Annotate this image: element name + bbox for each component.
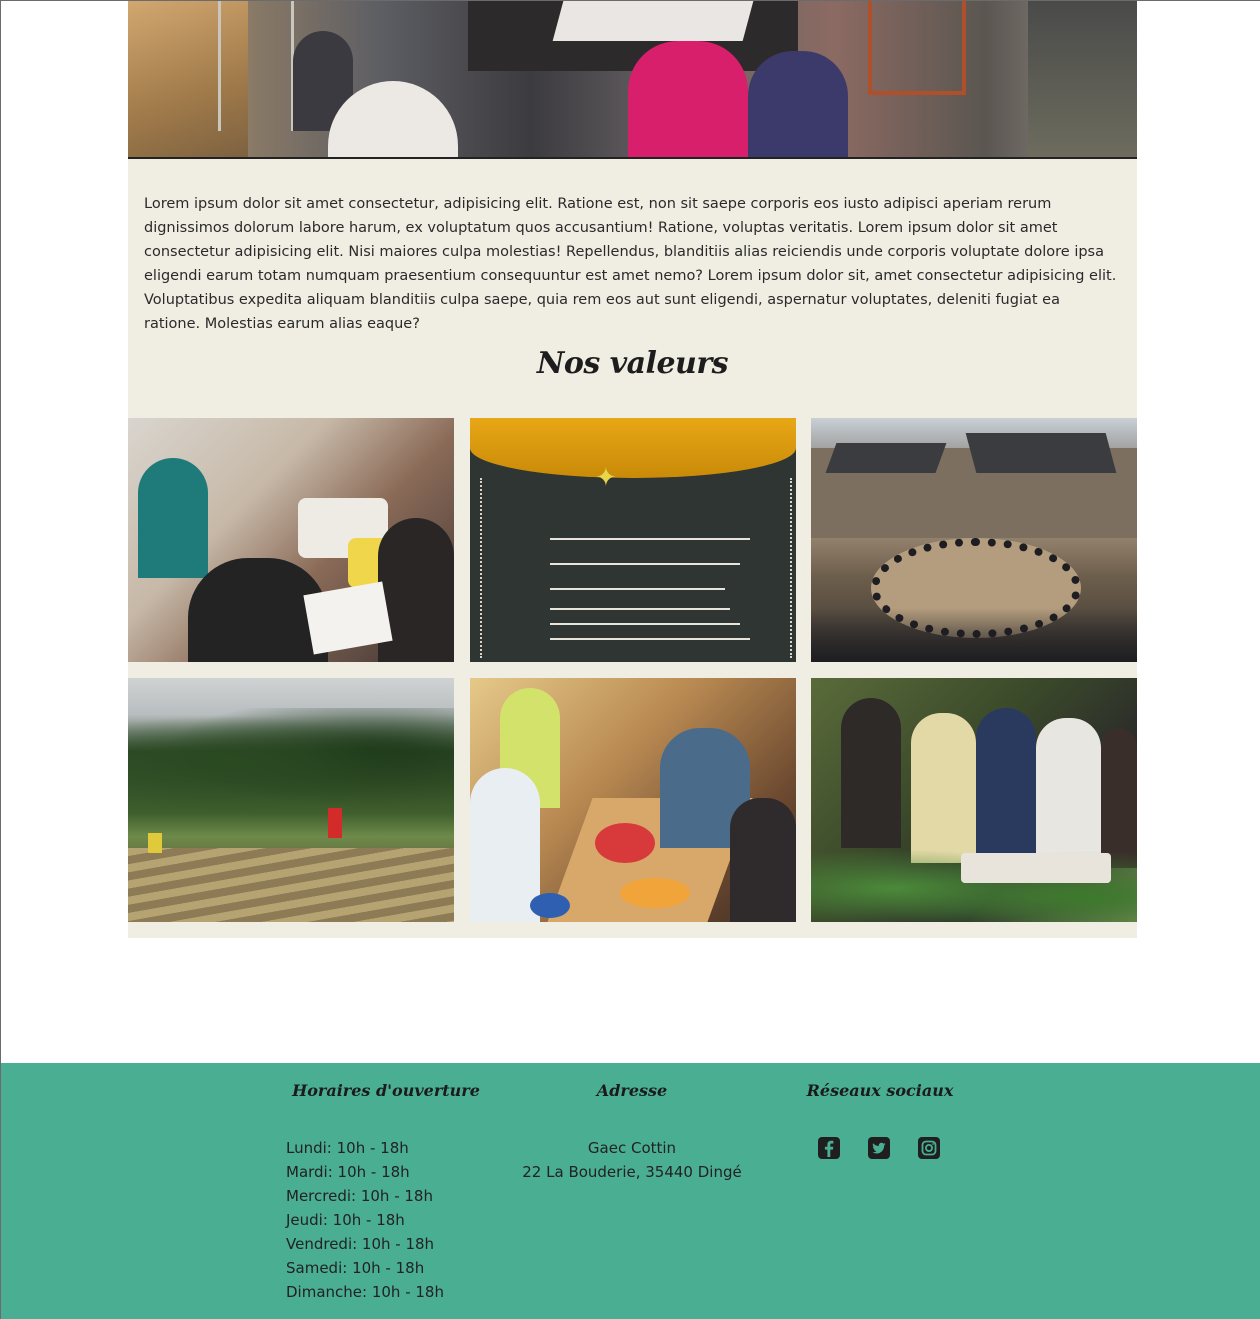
facebook-icon[interactable] — [818, 1137, 840, 1159]
instagram-icon[interactable] — [918, 1137, 940, 1159]
hours-item: Jeudi: 10h - 18h — [286, 1211, 405, 1229]
intro-text: Lorem ipsum dolor sit amet consectetur, … — [144, 196, 1117, 332]
hours-item: Dimanche: 10h - 18h — [286, 1283, 444, 1301]
address-name: Gaec Cottin — [587, 1139, 677, 1157]
hours-item: Lundi: 10h - 18h — [286, 1139, 409, 1157]
hours-heading: Horaires d'ouverture — [292, 1081, 480, 1100]
address-block: Gaec Cottin 22 La Bouderie, 35440 Dingé — [501, 1136, 763, 1184]
hours-item: Mercredi: 10h - 18h — [286, 1187, 433, 1205]
twitter-icon[interactable] — [868, 1137, 890, 1159]
values-section: Lorem ipsum dolor sit amet consectetur, … — [128, 159, 1137, 938]
site-footer: Horaires d'ouverture Lundi: 10h - 18h Ma… — [1, 1063, 1260, 1319]
gallery-photo-courtyard-dance — [811, 418, 1137, 662]
hero-image — [128, 1, 1137, 159]
gallery-photo-garden-field — [128, 678, 454, 922]
hours-item: Vendredi: 10h - 18h — [286, 1235, 435, 1253]
hours-item: Samedi: 10h - 18h — [286, 1259, 425, 1277]
social-heading: Réseaux sociaux — [806, 1081, 954, 1100]
hours-item: Mardi: 10h - 18h — [286, 1163, 410, 1181]
hours-list: Lundi: 10h - 18h Mardi: 10h - 18h Mercre… — [286, 1136, 444, 1304]
gallery-photo-events-board: ✦ — [470, 418, 796, 662]
page: Lorem ipsum dolor sit amet consectetur, … — [0, 0, 1260, 1319]
address-heading: Adresse — [596, 1081, 668, 1100]
address-line: 22 La Bouderie, 35440 Dingé — [522, 1163, 742, 1181]
gallery-photo-sewing-workshop — [128, 418, 454, 662]
section-title: Nos valeurs — [536, 346, 729, 381]
gallery-photo-shared-meal — [811, 678, 1137, 922]
gallery-photo-cooking-workshop — [470, 678, 796, 922]
